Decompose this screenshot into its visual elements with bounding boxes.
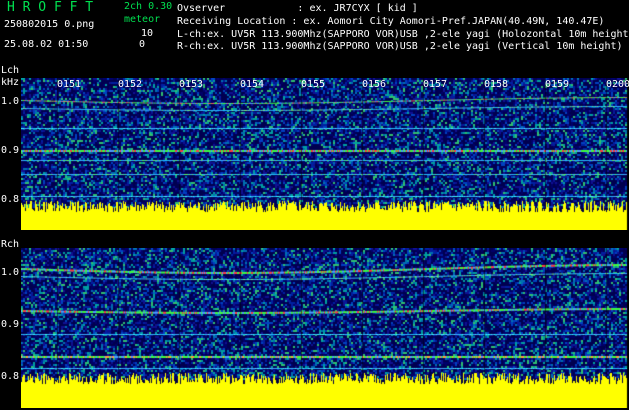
meteor-count-rch: 0 xyxy=(139,39,146,50)
rch-info: R-ch:ex. UV5R 113.900Mhz(SAPPORO VOR)USB… xyxy=(177,41,623,52)
time-label: 0152 xyxy=(118,79,143,90)
time-label: 0153 xyxy=(179,79,204,90)
file-name: 250802015 0.png xyxy=(4,19,95,30)
time-label: 0157 xyxy=(423,79,448,90)
time-label: 0158 xyxy=(484,79,509,90)
time-label: 0151 xyxy=(57,79,82,90)
lch-tick-3: 0.8 xyxy=(1,194,20,205)
rch-label: Rch xyxy=(1,239,20,250)
rch-tick-3: 0.8 xyxy=(1,371,20,382)
time-label: 0156 xyxy=(362,79,387,90)
version-label: 2ch 0.30 xyxy=(124,1,173,12)
rch-tick-1: 1.0 xyxy=(1,267,20,278)
location-info: Receiving Location : ex. Aomori City Aom… xyxy=(177,16,605,27)
lch-spectrogram xyxy=(21,78,629,230)
time-label: 0154 xyxy=(240,79,265,90)
lch-label: Lch xyxy=(1,65,20,76)
lch-tick-2: 0.9 xyxy=(1,145,20,156)
meteor-count-lch: 10 xyxy=(141,28,154,39)
time-label: 0159 xyxy=(545,79,570,90)
rch-spectrogram xyxy=(21,248,629,408)
rch-tick-2: 0.9 xyxy=(1,319,20,330)
observer-info: Ovserver : ex. JR7CYX [ kid ] xyxy=(177,3,418,14)
date-time: 25.08.02 01:50 xyxy=(4,39,89,50)
lch-unit: kHz xyxy=(1,77,20,88)
lch-info: L-ch:ex. UV5R 113.900Mhz(SAPPORO VOR)USB… xyxy=(177,29,629,40)
lch-tick-1: 1.0 xyxy=(1,96,20,107)
time-label: 0155 xyxy=(301,79,326,90)
time-label: 0200 xyxy=(606,79,629,90)
meteor-label: meteor xyxy=(124,14,161,25)
app-logo: H R O F F T xyxy=(7,0,94,15)
